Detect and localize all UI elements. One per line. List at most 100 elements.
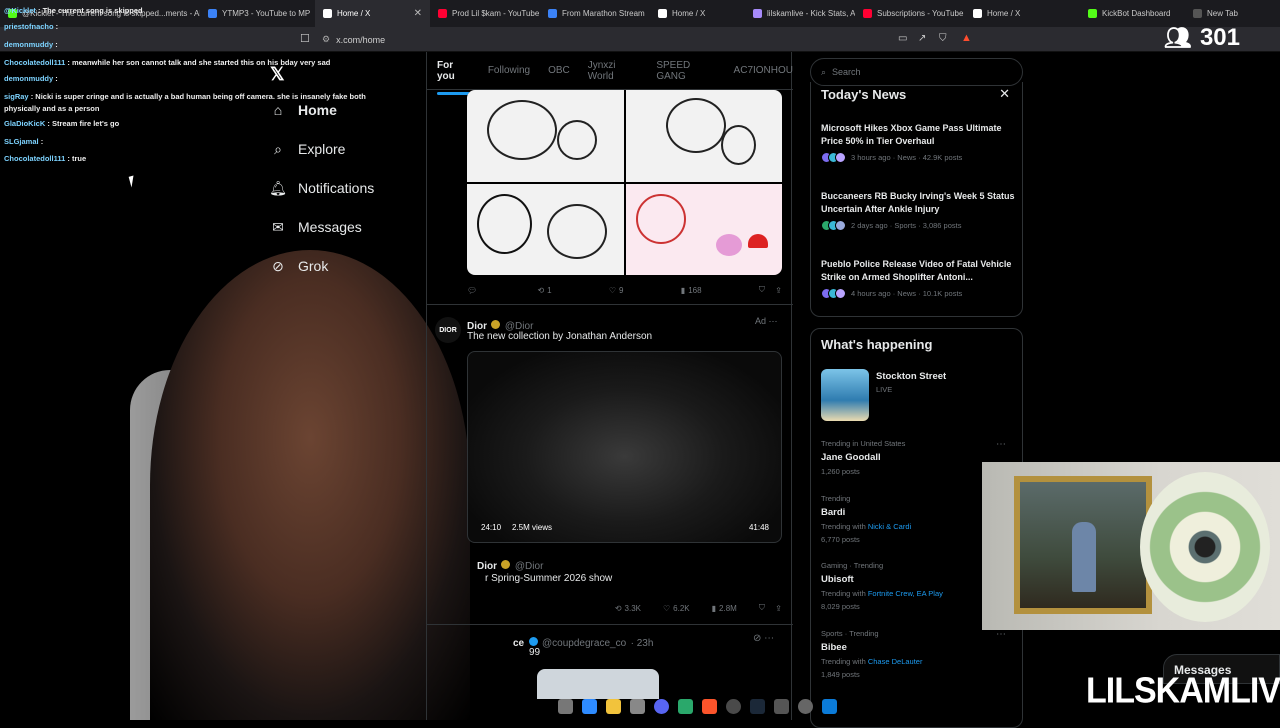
share-icon[interactable]: ↗ — [918, 33, 926, 44]
chat-username[interactable]: SLGjamal — [4, 137, 39, 146]
nav-item-explore[interactable]: ⌕ Explore — [270, 140, 345, 158]
folder-icon[interactable] — [606, 698, 621, 714]
dior-avatar[interactable]: DIOR — [435, 317, 461, 343]
chat-username[interactable]: GlaDioKicK — [4, 119, 45, 128]
bookmark-post-icon[interactable]: ⛉ — [759, 285, 765, 295]
browser-tab[interactable]: Home / X — [965, 0, 1080, 27]
quoted-tweet-header[interactable]: Dior @Dior — [477, 556, 543, 574]
image-2[interactable] — [625, 90, 782, 182]
viewer-counter: 👥︎ 301 — [1164, 24, 1240, 52]
tab-favicon-icon — [973, 9, 982, 18]
browser-tab[interactable]: lilskamlive - Kick Stats, A — [745, 0, 855, 27]
brave-icon[interactable]: ▲ — [961, 32, 972, 44]
chat-username[interactable]: Chocolatedoll111 — [4, 154, 65, 163]
viewer-count: 301 — [1199, 24, 1240, 51]
more-options-icon[interactable]: ⋯ — [764, 633, 774, 644]
chat-message: Chocolatedoll111 : true — [4, 154, 87, 163]
timeline: For you Following OBC Jynxzi World SPEED GAN… — [426, 52, 793, 720]
live-thumbnail[interactable] — [821, 369, 869, 421]
nav-item-home[interactable]: ⌂ Home — [270, 102, 337, 118]
nav-label: Home — [298, 102, 337, 118]
close-icon[interactable]: ✕ — [999, 86, 1010, 102]
browser-tab[interactable]: New Tab — [1185, 0, 1265, 27]
repost-button[interactable]: ⟲ 1 — [537, 286, 551, 295]
timeline-tab[interactable]: Following — [488, 65, 530, 76]
framed-painting — [1014, 476, 1152, 614]
trend-item[interactable]: Sports · Trending Bibee Trending with Chas… — [821, 629, 1016, 679]
timeline-tab[interactable]: For you — [437, 60, 470, 95]
timeline-tab[interactable]: OBC — [548, 65, 570, 76]
trend-link[interactable]: Fortnite Crew, EA Play — [868, 589, 943, 598]
share-post-icon[interactable]: ⇪ — [775, 286, 782, 295]
post-image-grid[interactable] — [467, 90, 782, 275]
x-logo-icon[interactable]: 𝕏 — [270, 64, 285, 85]
browser-tab[interactable]: Home / X — [650, 0, 745, 27]
nav-item-grok[interactable]: ⊘ Grok — [270, 258, 328, 275]
app-icon[interactable] — [774, 698, 789, 714]
shield-icon[interactable]: ⛉ — [939, 33, 947, 44]
mail-icon: ✉ — [272, 218, 284, 235]
repost-button[interactable]: ⟲ 3.3K — [615, 604, 641, 613]
news-title: Today's News — [821, 87, 907, 102]
views-button[interactable]: ▮ 168 — [681, 286, 702, 295]
chat-text: physically and as a person — [4, 104, 100, 113]
live-title[interactable]: Stockton Street — [876, 371, 946, 382]
album-overlay — [982, 462, 1280, 630]
steam-icon[interactable] — [750, 698, 765, 714]
like-button[interactable]: ♡ 6.2K — [663, 604, 690, 613]
repost-icon: ⟲ — [537, 285, 545, 295]
app-icon[interactable] — [558, 698, 573, 714]
chat-username[interactable]: priestofnacho — [4, 22, 54, 31]
video-player[interactable]: 24:10 2.5M views 41:48 — [467, 351, 782, 543]
news-item[interactable]: Microsoft Hikes Xbox Game Pass Ultimate … — [821, 122, 1016, 163]
trend-context: Sports · Trending — [821, 629, 879, 638]
timeline-tab[interactable]: AC7IONHOU — [734, 65, 793, 76]
nav-item-messages[interactable]: ✉ Messages — [270, 218, 362, 236]
news-item[interactable]: Pueblo Police Release Video of Fatal Veh… — [821, 258, 1016, 299]
app-icon[interactable] — [798, 698, 813, 714]
vinyl-record — [1140, 472, 1270, 622]
chat-username[interactable]: sigRay — [4, 92, 29, 101]
trend-link[interactable]: Chase DeLauter — [868, 657, 923, 666]
image-4[interactable] — [625, 183, 782, 275]
nav-item-notifications[interactable]: 🔔︎ Notifications — [269, 180, 374, 197]
home-icon: ⌂ — [273, 102, 283, 118]
chat-username[interactable]: demonmuddy — [4, 74, 53, 83]
app-icon[interactable] — [678, 698, 693, 714]
image-1[interactable] — [467, 90, 624, 182]
obs-icon[interactable] — [726, 698, 741, 714]
chat-message: GlaDioKicK : Stream fire let's go — [4, 119, 120, 128]
news-item[interactable]: Buccaneers RB Bucky Irving's Week 5 Stat… — [821, 190, 1016, 231]
search-icon: ⌕ — [274, 140, 282, 157]
store-icon[interactable] — [630, 698, 645, 714]
streamer-brand: LILSKAMLIVE — [1086, 671, 1280, 711]
more-options-icon[interactable]: ⋯ — [996, 439, 1006, 450]
copilot-icon[interactable] — [582, 698, 597, 714]
like-button[interactable]: ♡ 9 — [609, 286, 624, 295]
discord-icon[interactable] — [654, 698, 669, 714]
share-post-icon[interactable]: ⇪ — [775, 604, 782, 613]
more-options-icon[interactable]: ⋯ — [996, 629, 1006, 640]
tweet-dior[interactable]: DIOR Dior @Dior Ad ⋯ The new collection … — [427, 304, 793, 624]
more-options-icon[interactable]: ⋯ — [769, 316, 778, 326]
app-icon[interactable] — [822, 698, 837, 714]
browser-tab[interactable]: Prod Lil $kam - YouTube — [430, 0, 540, 27]
chat-username[interactable]: demonmuddy — [4, 40, 53, 49]
x-sidebar-nav: 𝕏 ⌂ Home ⌕ Explore 🔔︎ Notifications ✉ Messages ⊘… — [258, 52, 426, 720]
image-3[interactable] — [467, 183, 624, 275]
timeline-tab[interactable]: Jynxzi World — [588, 60, 639, 82]
chat-username[interactable]: @Kicklet — [4, 6, 36, 15]
browser-tab[interactable]: KickBot Dashboard — [1080, 0, 1185, 27]
grok-icon[interactable]: ⊘ — [753, 633, 761, 644]
browser-tab[interactable]: Subscriptions - YouTube — [855, 0, 965, 27]
chat-username[interactable]: Chocolatedoll111 — [4, 58, 65, 67]
browser-tab[interactable]: From Marathon Stream — [540, 0, 650, 27]
trend-link[interactable]: Nicki & Cardi — [868, 522, 911, 531]
timeline-tab[interactable]: SPEED GANG — [656, 60, 715, 82]
views-button[interactable]: ▮ 2.8M — [712, 604, 737, 613]
bookmark-post-icon[interactable]: ⛉ — [759, 603, 765, 613]
brave-icon[interactable] — [702, 698, 717, 714]
cast-icon[interactable]: ▭ — [898, 33, 907, 44]
chat-message: SLGjamal : — [4, 137, 44, 146]
reply-button[interactable]: 💬︎ — [467, 286, 480, 295]
